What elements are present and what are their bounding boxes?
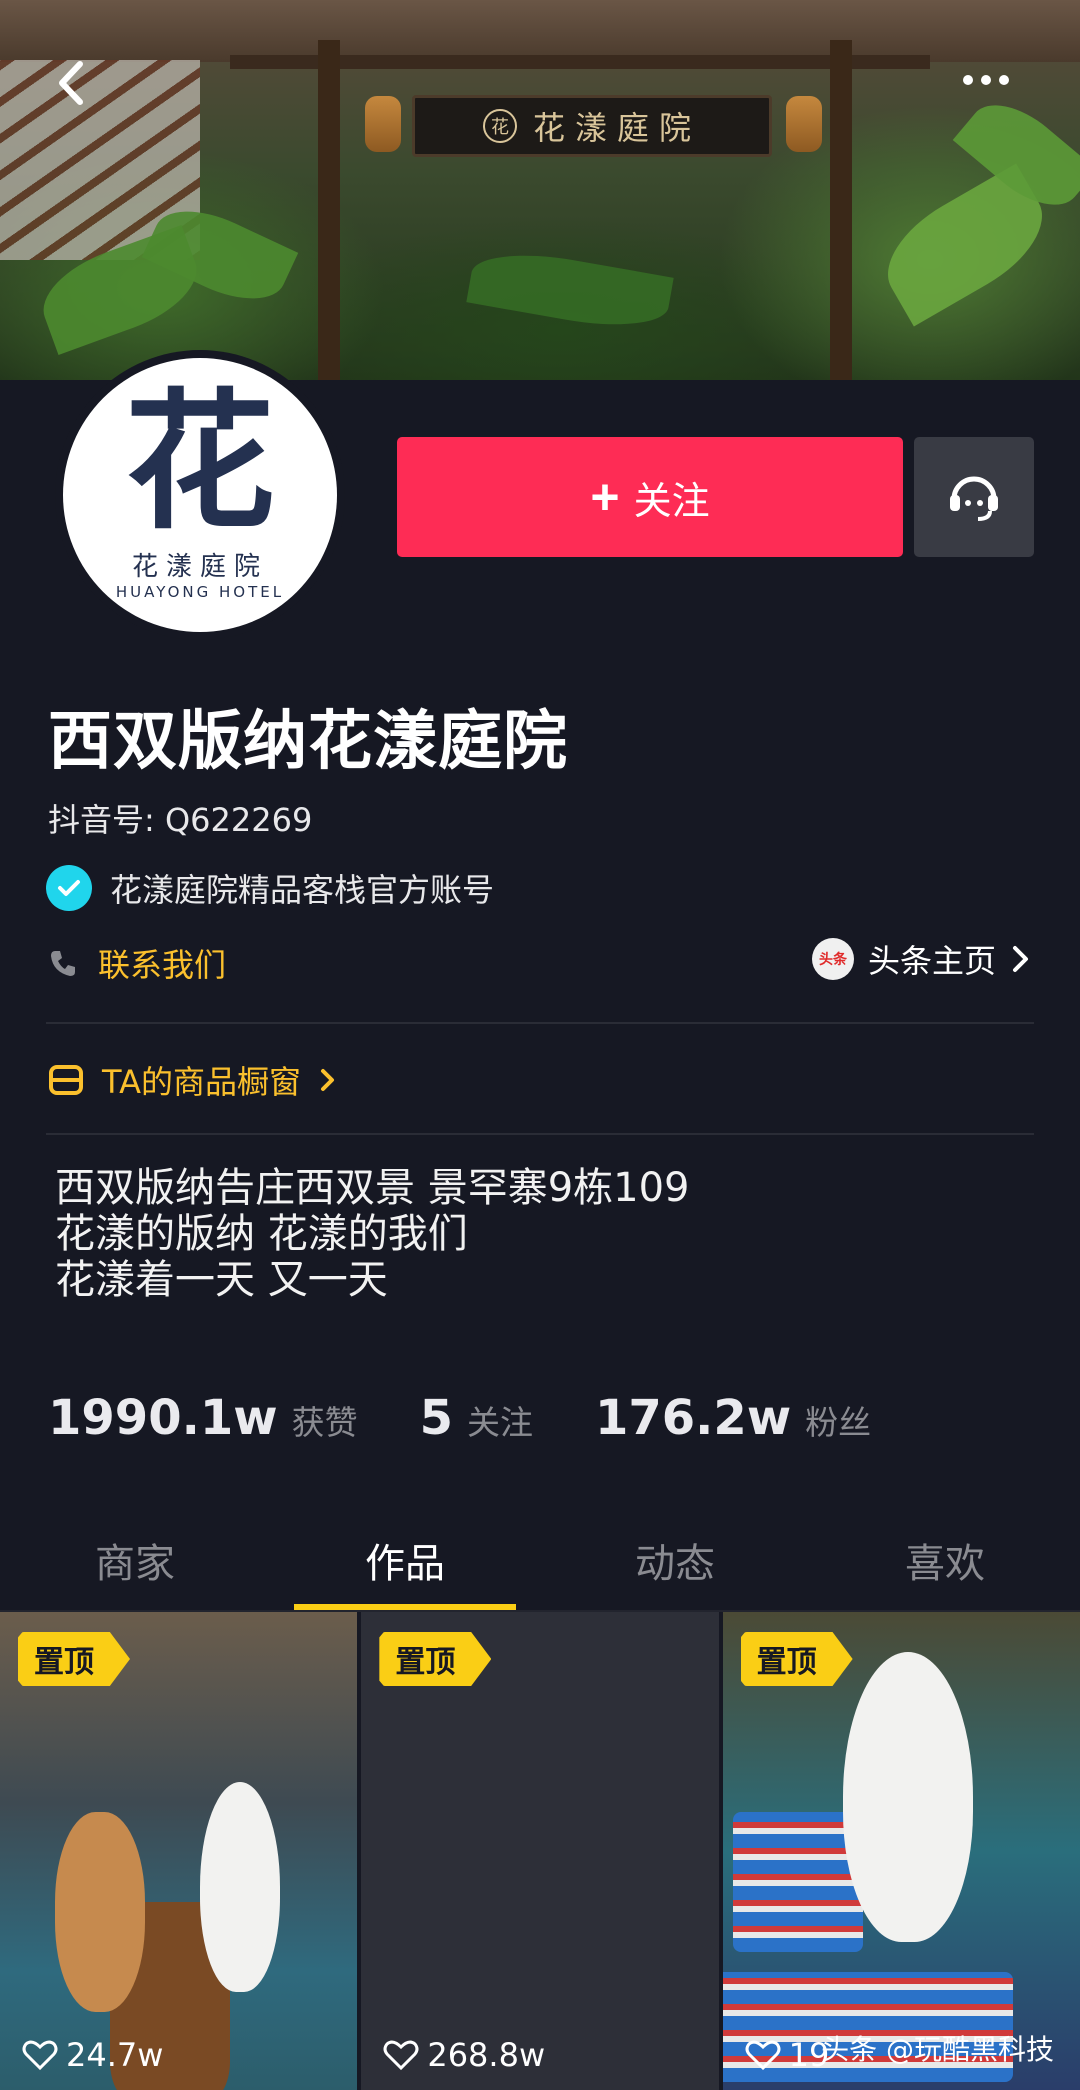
parrot	[200, 1782, 280, 1992]
avatar-logo: 花 花漾庭院 HUAYONG HOTEL	[63, 358, 337, 632]
pinned-badge: 置顶	[379, 1632, 492, 1686]
follow-label: 关注	[633, 480, 710, 523]
video-thumbnail[interactable]: 置顶 24.7w	[0, 1612, 358, 2090]
watermark: 头条 @玩酷黑科技	[821, 2033, 1054, 2066]
courtyard-sign: 花 花漾庭院	[412, 95, 772, 157]
video-thumbnail[interactable]: 置顶 268.8w	[361, 1612, 719, 2090]
profile-stats: 1990.1w 获赞 5 关注 176.2w 粉丝	[48, 1390, 933, 1446]
contact-us-link[interactable]: 联系我们	[48, 940, 226, 986]
bio-line: 西双版纳告庄西双景 景罕寨9栋109	[55, 1165, 690, 1211]
sign-text: 花漾庭院	[532, 109, 701, 147]
cover-photo: 花 花漾庭院	[0, 0, 1080, 380]
stat-value: 176.2w	[594, 1390, 792, 1446]
phone-icon	[51, 951, 75, 976]
avatar-logo-name: 花漾庭院	[131, 552, 268, 582]
back-arrow-icon[interactable]	[48, 58, 98, 108]
bio-line: 花漾的版纳 花漾的我们	[55, 1211, 468, 1257]
pavilion-roof	[0, 0, 1080, 62]
stat-label: 获赞	[291, 1403, 358, 1442]
toutiao-label: 头条主页	[867, 942, 996, 980]
avatar-logo-char: 花	[124, 374, 275, 550]
stat-likes: 1990.1w 获赞	[48, 1390, 358, 1446]
chevron-right-icon	[320, 1069, 334, 1091]
divider	[46, 1022, 1034, 1024]
heart-icon	[745, 2040, 781, 2071]
verification-row: 花漾庭院精品客栈官方账号	[46, 865, 494, 911]
avatar-logo-sub: HUAYONG HOTEL	[115, 583, 285, 601]
stat-following[interactable]: 5 关注	[420, 1390, 533, 1446]
shop-label: TA的商品橱窗	[102, 1063, 301, 1101]
cat	[55, 1812, 145, 2012]
tab-activity[interactable]: 动态	[540, 1510, 810, 1610]
video-likes: 19	[745, 2036, 829, 2074]
verified-check-icon	[46, 865, 92, 911]
pillar	[318, 40, 340, 380]
pinned-badge: 置顶	[740, 1632, 853, 1686]
likes-count: 268.8w	[427, 2036, 546, 2074]
shop-window-icon	[49, 1065, 83, 1095]
stat-value: 1990.1w	[48, 1390, 278, 1446]
profile-tabs: 商家 作品 动态 喜欢	[0, 1510, 1080, 1610]
plus-icon: +	[590, 469, 620, 525]
douyin-id: 抖音号: Q622269	[48, 801, 313, 839]
heart-icon	[22, 2040, 58, 2071]
parrot	[842, 1652, 973, 1942]
more-dots-icon[interactable]	[958, 62, 1014, 98]
leaf	[466, 243, 674, 337]
stat-label: 关注	[466, 1403, 533, 1442]
heart-icon	[383, 2040, 419, 2071]
video-likes: 24.7w	[22, 2036, 163, 2074]
follow-button[interactable]: + 关注	[397, 437, 903, 557]
toutiao-homepage-link[interactable]: 头条 头条主页	[811, 936, 1032, 982]
bio-line: 花漾着一天 又一天	[55, 1257, 388, 1303]
customer-service-button[interactable]	[914, 437, 1034, 557]
avatar[interactable]: 花 花漾庭院 HUAYONG HOTEL	[55, 350, 345, 640]
video-grid: 置顶 24.7w 置顶 268.8w 置顶 19 头条 @玩酷黑科技	[0, 1612, 1080, 2090]
tab-merchant[interactable]: 商家	[0, 1510, 270, 1610]
likes-count: 24.7w	[66, 2036, 164, 2074]
tab-works[interactable]: 作品	[270, 1510, 540, 1610]
pinned-badge: 置顶	[18, 1632, 130, 1686]
video-likes: 268.8w	[383, 2036, 545, 2074]
pillar	[830, 40, 852, 380]
stat-label: 粉丝	[805, 1403, 872, 1442]
contact-label: 联系我们	[98, 946, 227, 984]
stat-value: 5	[419, 1390, 453, 1446]
toutiao-logo-icon: 头条	[811, 938, 854, 980]
video-thumbnail[interactable]: 置顶 19 头条 @玩酷黑科技	[722, 1612, 1080, 2090]
tab-likes[interactable]: 喜欢	[810, 1510, 1080, 1610]
sign-logo: 花	[482, 109, 517, 143]
lantern	[365, 96, 401, 152]
verified-label: 花漾庭院精品客栈官方账号	[110, 871, 495, 909]
divider	[46, 1133, 1034, 1135]
product-showcase-link[interactable]: TA的商品橱窗	[48, 1057, 337, 1103]
chevron-right-icon	[1013, 946, 1028, 972]
bio: 西双版纳告庄西双景 景罕寨9栋109 花漾的版纳 花漾的我们 花漾着一天 又一天	[55, 1165, 690, 1303]
profile-name: 西双版纳花漾庭院	[48, 705, 568, 779]
headset-icon	[950, 476, 998, 521]
stat-followers[interactable]: 176.2w 粉丝	[595, 1390, 871, 1446]
lantern	[786, 96, 822, 152]
